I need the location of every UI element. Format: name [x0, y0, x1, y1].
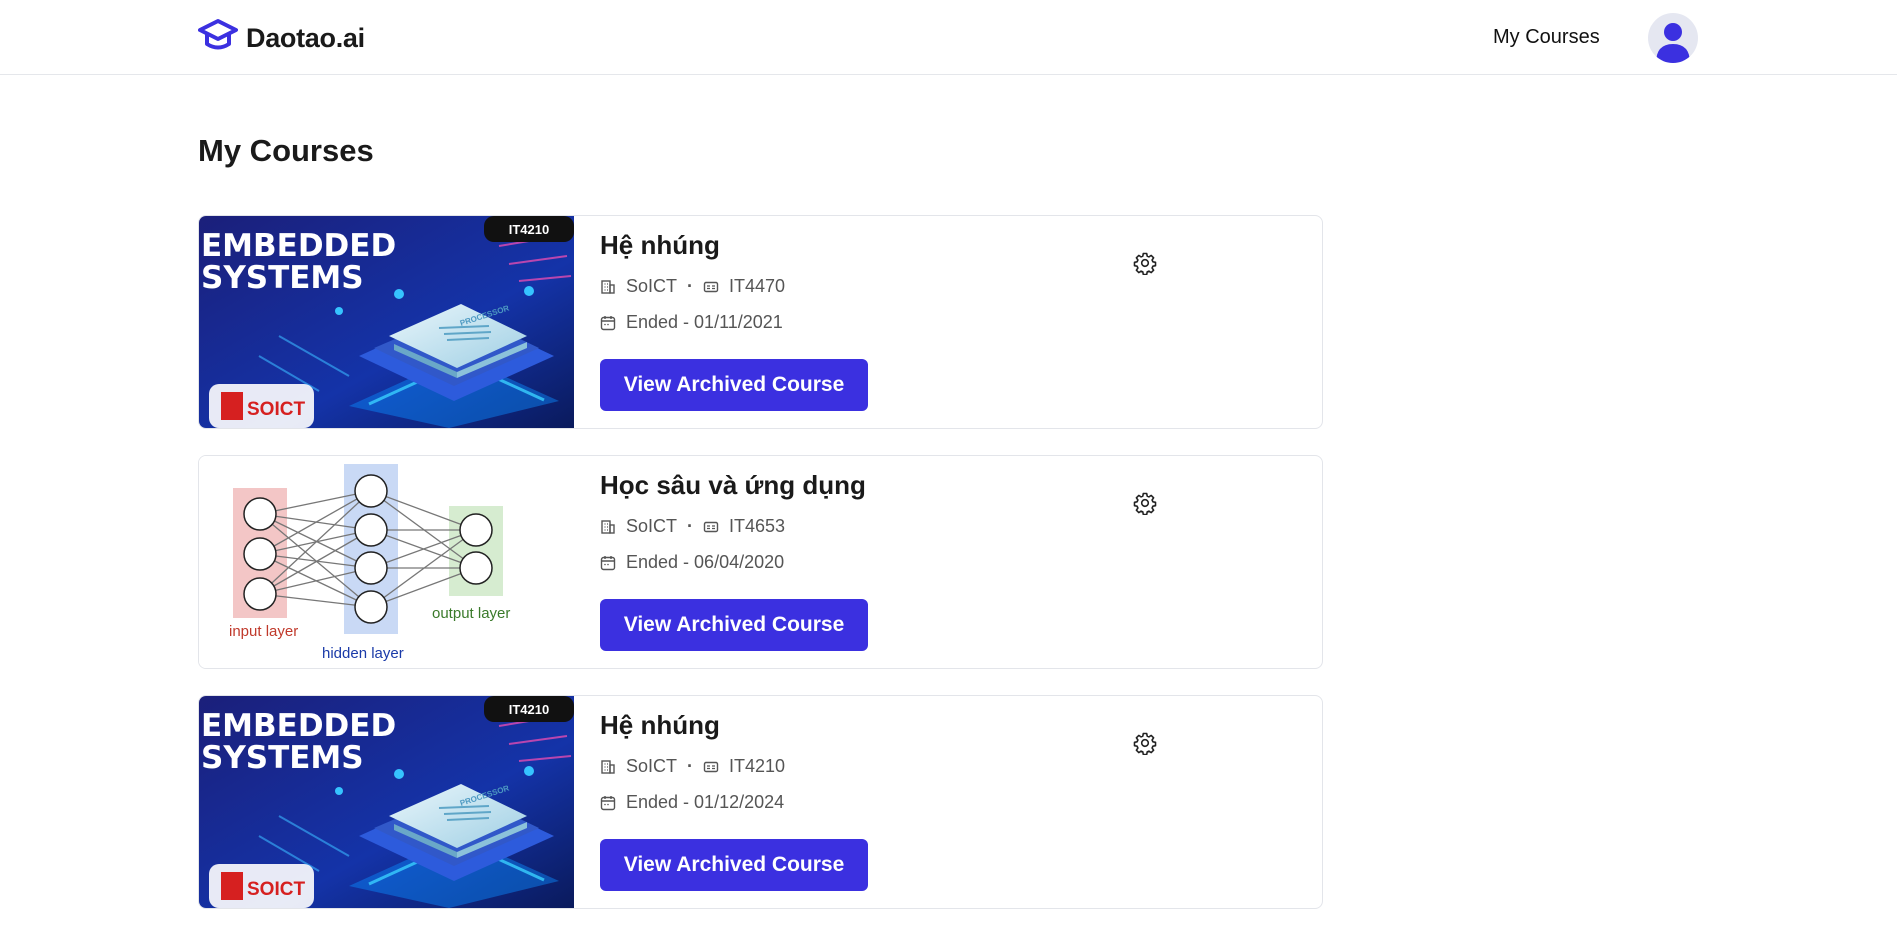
- id-card-icon: [703, 519, 719, 535]
- graduation-cap-icon: [198, 18, 238, 59]
- thumbnail-title-line-1: EMBEDDED: [201, 708, 396, 744]
- nav-my-courses-link[interactable]: My Courses: [1493, 26, 1600, 49]
- course-card: input layer hidden layer output layer Họ…: [198, 455, 1323, 669]
- course-status: Ended - 01/11/2021: [626, 312, 783, 332]
- output-layer-label: output layer: [432, 605, 510, 622]
- user-avatar[interactable]: [1648, 13, 1698, 63]
- course-code-badge: IT4210: [509, 222, 549, 237]
- course-code: IT4470: [729, 276, 786, 296]
- course-school: SoICT: [626, 276, 678, 296]
- gear-icon[interactable]: [1133, 251, 1157, 276]
- course-list: IT4210 EMBEDDED SYSTEMS PROCESSOR SOICT …: [198, 215, 1323, 935]
- course-meta: SoICT · IT4210: [600, 756, 785, 777]
- id-card-icon: [703, 279, 719, 295]
- input-layer-label: input layer: [229, 623, 298, 640]
- course-title[interactable]: Hệ nhúng: [600, 710, 720, 741]
- building-icon: [600, 759, 616, 775]
- gear-icon[interactable]: [1133, 491, 1157, 516]
- hidden-layer-label: hidden layer: [322, 645, 404, 662]
- view-archived-course-button[interactable]: View Archived Course: [600, 359, 868, 411]
- gear-icon[interactable]: [1133, 731, 1157, 756]
- user-icon: [1656, 23, 1690, 63]
- brand-logo[interactable]: Daotao.ai: [198, 18, 365, 59]
- calendar-icon: [600, 555, 616, 571]
- building-icon: [600, 279, 616, 295]
- course-school: SoICT: [626, 516, 678, 536]
- course-status: Ended - 06/04/2020: [626, 552, 785, 572]
- page-title: My Courses: [198, 133, 374, 168]
- course-code-badge: IT4210: [509, 702, 549, 717]
- calendar-icon: [600, 795, 616, 811]
- thumbnail-title-line-2: SYSTEMS: [201, 740, 364, 776]
- thumbnail-title-line-1: EMBEDDED: [201, 228, 396, 264]
- top-navbar: Daotao.ai My Courses: [0, 0, 1897, 75]
- course-thumbnail[interactable]: IT4210 EMBEDDED SYSTEMS PROCESSOR SOICT: [199, 696, 574, 908]
- building-icon: [600, 519, 616, 535]
- course-card: IT4210 EMBEDDED SYSTEMS PROCESSOR SOICT …: [198, 695, 1323, 909]
- view-archived-course-button[interactable]: View Archived Course: [600, 599, 868, 651]
- course-title[interactable]: Hệ nhúng: [600, 230, 720, 261]
- course-status: Ended - 01/12/2024: [626, 792, 785, 812]
- course-status-row: Ended - 06/04/2020: [600, 552, 784, 573]
- course-thumbnail[interactable]: IT4210 EMBEDDED SYSTEMS PROCESSOR SOICT: [199, 216, 574, 428]
- view-archived-course-button[interactable]: View Archived Course: [600, 839, 868, 891]
- course-thumbnail[interactable]: input layer hidden layer output layer: [199, 456, 574, 668]
- school-logo: SOICT: [247, 879, 305, 900]
- brand-name: Daotao.ai: [246, 23, 365, 53]
- id-card-icon: [703, 759, 719, 775]
- separator-dot: ·: [687, 756, 694, 776]
- course-meta: SoICT · IT4653: [600, 516, 785, 537]
- course-card: IT4210 EMBEDDED SYSTEMS PROCESSOR SOICT …: [198, 215, 1323, 429]
- school-logo: SOICT: [247, 399, 305, 420]
- course-code: IT4210: [729, 756, 786, 776]
- course-school: SoICT: [626, 756, 678, 776]
- thumbnail-title-line-2: SYSTEMS: [201, 260, 364, 296]
- separator-dot: ·: [687, 516, 694, 536]
- course-meta: SoICT · IT4470: [600, 276, 785, 297]
- course-code: IT4653: [729, 516, 786, 536]
- course-title[interactable]: Học sâu và ứng dụng: [600, 470, 866, 501]
- calendar-icon: [600, 315, 616, 331]
- course-status-row: Ended - 01/11/2021: [600, 312, 783, 333]
- separator-dot: ·: [687, 276, 694, 296]
- course-status-row: Ended - 01/12/2024: [600, 792, 784, 813]
